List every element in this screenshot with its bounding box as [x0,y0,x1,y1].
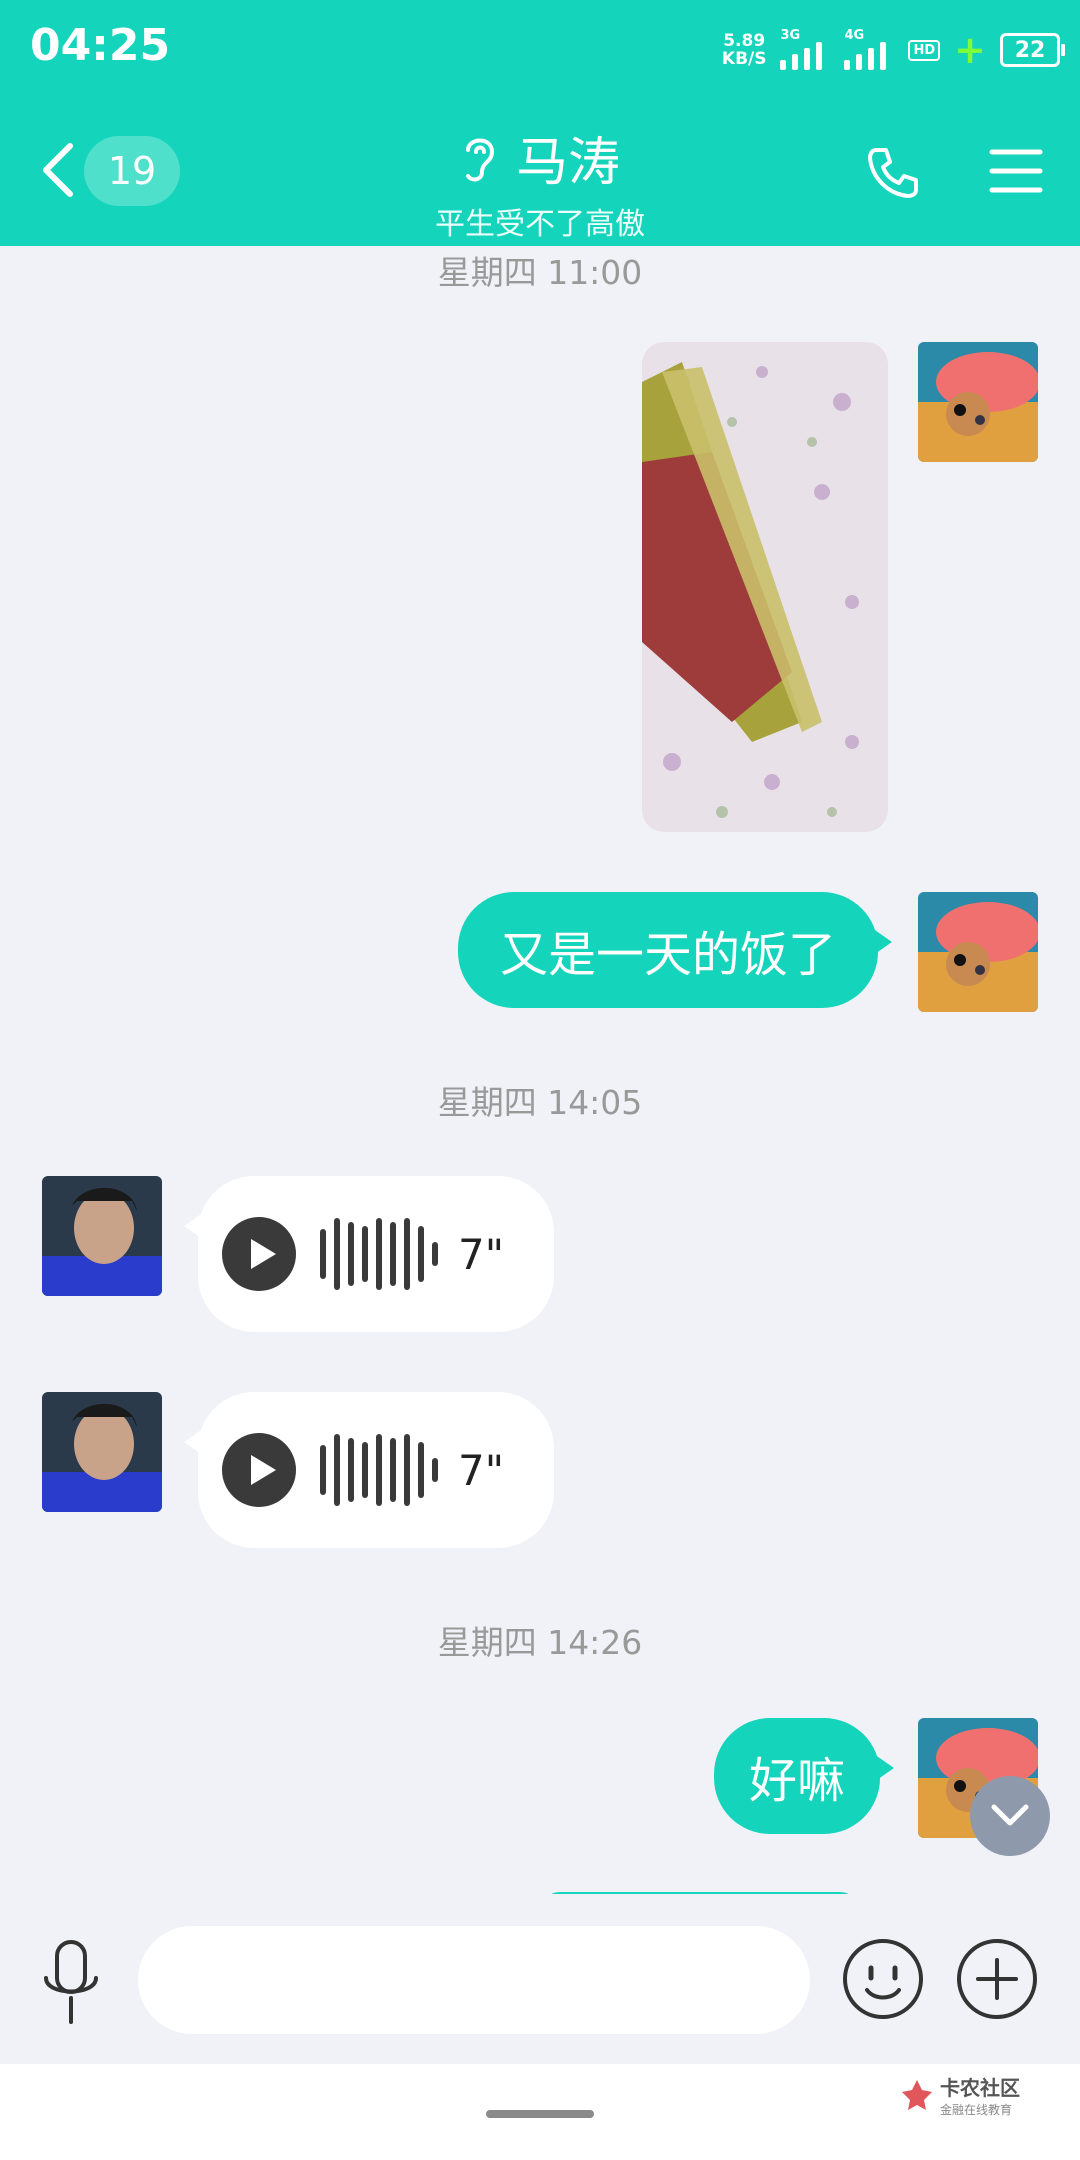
top-bar: 04:25 5.89 KB/S 3G 4G HD + 22 19 马涛 平生受不… [0,0,1080,246]
watermark-subtitle: 金融在线教育 [940,2103,1013,2117]
photo-thumbnail [642,342,888,832]
watermark-title: 卡农社区 [940,2076,1020,2100]
contact-signature: 平生受不了高傲 [435,207,645,242]
emoji-icon[interactable] [840,1936,926,2022]
text-message-bubble[interactable]: 又是一天的饭了 [458,892,892,1008]
voice-message-bubble[interactable]: 7" [184,1176,554,1332]
signal-sim1-icon: 3G [780,28,830,70]
voice-duration: 7" [458,1445,505,1495]
contact-name: 马涛 [515,133,620,193]
play-icon[interactable] [222,1217,296,1291]
network-speed: 5.89 KB/S [722,32,767,68]
voice-duration: 7" [458,1229,505,1279]
home-indicator[interactable] [486,2110,594,2118]
text-message-bubble[interactable]: 好嘛 [714,1718,894,1834]
chevron-down-icon [991,1804,1029,1826]
add-attachment-icon[interactable] [954,1936,1040,2022]
timestamp-label: 星期四 14:26 [437,1623,643,1662]
network-speed-unit: KB/S [721,49,767,69]
message-input-bar [0,1894,1080,2064]
menu-icon[interactable] [988,148,1044,194]
signal-sim2-icon: 4G [844,28,894,70]
battery-level: 22 [1014,37,1046,63]
play-icon[interactable] [222,1433,296,1507]
status-time: 04:25 [30,20,171,71]
timestamp-label: 星期四 11:00 [437,253,643,292]
ear-icon [465,138,494,181]
my-avatar[interactable] [918,342,1038,462]
my-avatar[interactable] [918,892,1038,1012]
voice-waveform [320,1434,438,1506]
chopper-avatar-icon [918,892,1038,1012]
hd-voice-icon: HD [908,39,941,61]
contact-avatar[interactable] [42,1176,162,1296]
kanong-logo-icon [902,2080,932,2110]
microphone-icon[interactable] [40,1938,102,2026]
sim2-label: 4G [844,28,865,43]
photo-message[interactable] [642,342,888,832]
chopper-avatar-icon [918,342,1038,462]
chat-message-list[interactable]: 星期四 11:00 又是一天的饭了 星期四 14:05 7" 7" 星期四 14… [0,246,1080,1894]
voice-waveform [320,1218,438,1290]
watermark: 卡农社区 金融在线教育 [900,2072,1020,2118]
sim1-label: 3G [780,28,801,43]
charging-plus-icon: + [954,28,986,72]
scroll-to-bottom-button[interactable] [970,1776,1050,1856]
message-input[interactable] [138,1926,810,2034]
phone-call-icon[interactable] [866,144,922,200]
voice-message-bubble[interactable]: 7" [184,1392,554,1548]
contact-photo [42,1176,162,1296]
contact-avatar[interactable] [42,1392,162,1512]
contact-photo [42,1392,162,1512]
timestamp-label: 星期四 14:05 [437,1083,643,1122]
battery-icon: 22 [1000,33,1065,67]
network-speed-value: 5.89 [723,31,766,51]
status-icons: 5.89 KB/S 3G 4G HD + 22 [722,26,1065,74]
